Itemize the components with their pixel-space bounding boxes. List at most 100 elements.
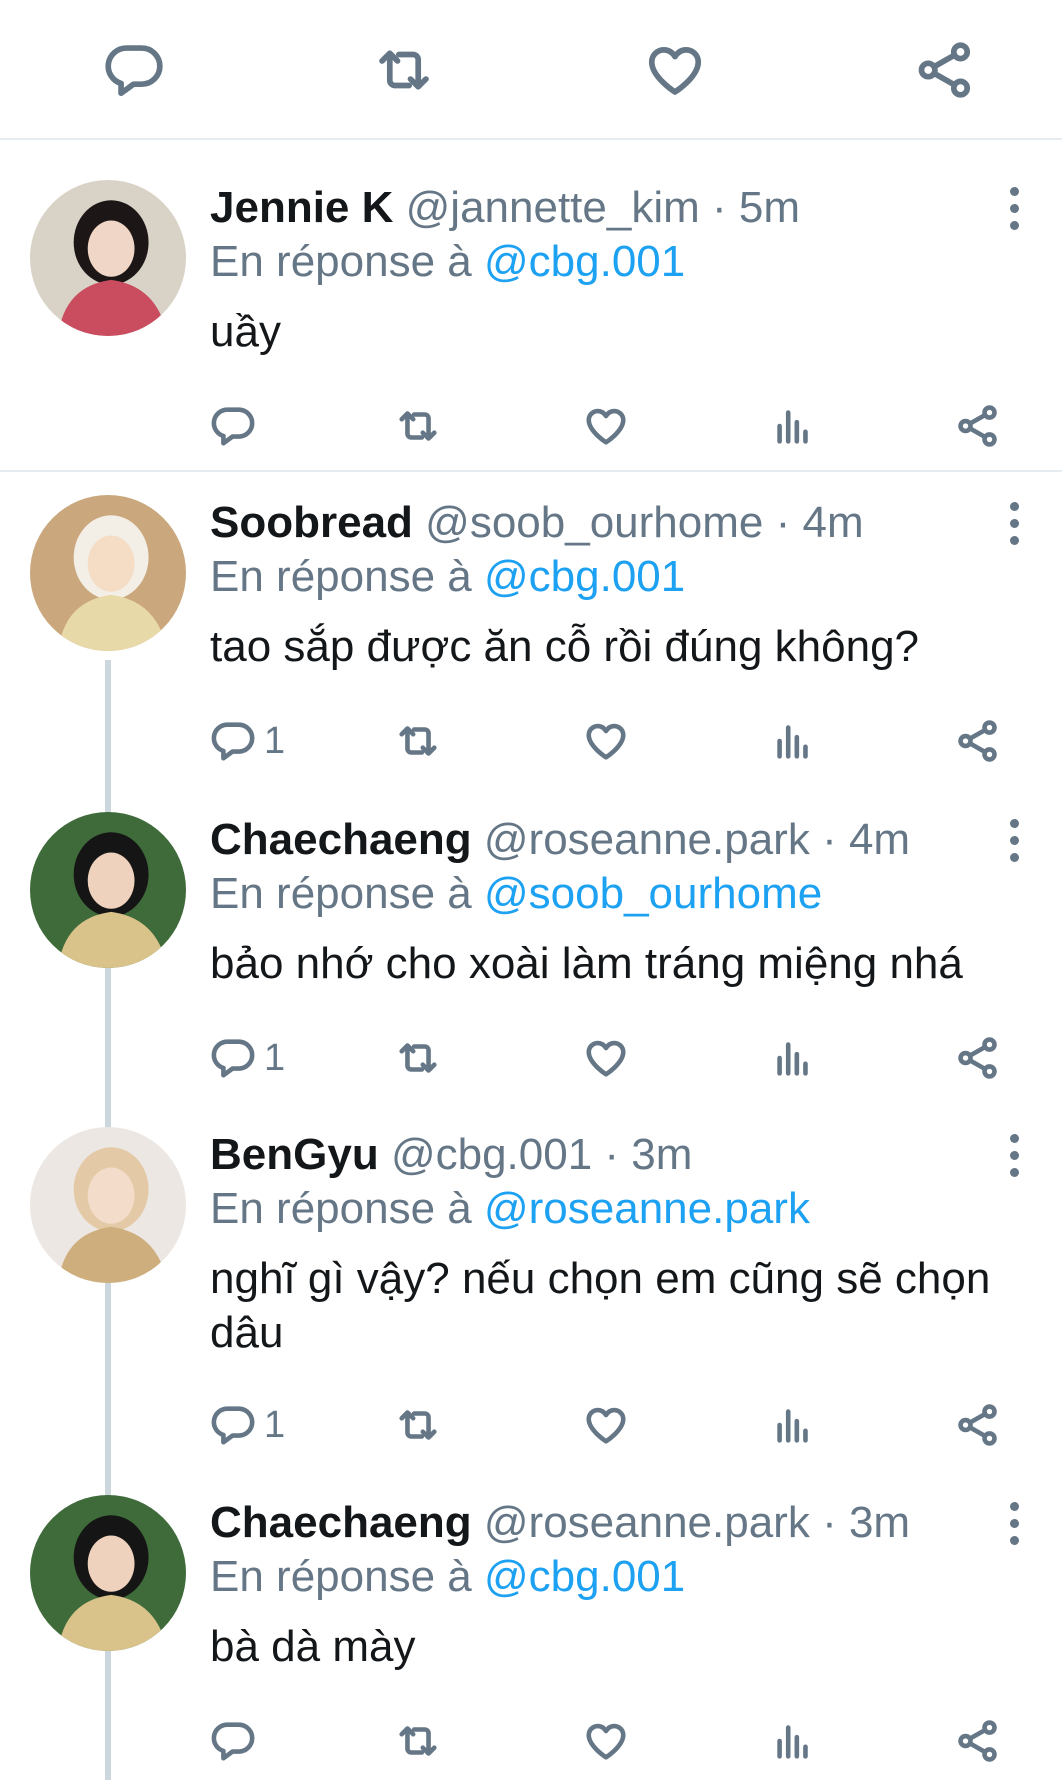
mention-link[interactable]: @soob_ourhome — [484, 869, 822, 918]
more-options-button[interactable] — [1004, 1127, 1024, 1183]
tweet-text: nghĩ gì vậy? nếu chọn em cũng sẽ chọn dâ… — [210, 1254, 991, 1357]
dot — [1009, 501, 1019, 511]
tweet-action-bar — [210, 1713, 1030, 1769]
retweet-button[interactable] — [395, 1030, 441, 1086]
dot-separator: · — [809, 1498, 849, 1547]
mention-link[interactable]: @cbg.001 — [484, 237, 685, 286]
share-icon — [955, 403, 1001, 449]
reply-button[interactable] — [94, 30, 174, 110]
retweet-button[interactable] — [395, 713, 441, 769]
tweet-action-bar: 1 — [210, 713, 1030, 769]
display-name[interactable]: Soobread — [210, 498, 413, 547]
timestamp: 4m — [848, 815, 911, 864]
dot — [1009, 518, 1019, 528]
avatar[interactable] — [30, 495, 186, 651]
user-handle[interactable]: @cbg.001 — [391, 1130, 592, 1179]
like-icon — [583, 1035, 629, 1081]
tweet-text: uầy — [210, 307, 281, 356]
reply-icon — [210, 1718, 256, 1764]
like-button[interactable] — [583, 1030, 629, 1086]
display-name[interactable]: Jennie K — [210, 183, 393, 232]
reply-button[interactable]: 1 — [210, 1030, 285, 1086]
analytics-button[interactable] — [770, 398, 816, 454]
like-button[interactable] — [583, 713, 629, 769]
reply-icon — [210, 1402, 256, 1448]
tweet-text: bà dà mày — [210, 1622, 416, 1671]
user-handle[interactable]: @soob_ourhome — [425, 498, 763, 547]
display-name[interactable]: Chaechaeng — [210, 1498, 472, 1547]
retweet-icon — [373, 39, 435, 101]
share-button[interactable] — [955, 1030, 1001, 1086]
tweet-header: BenGyu @cbg.001 · 3m — [210, 1127, 692, 1183]
share-button[interactable] — [955, 713, 1001, 769]
display-name[interactable]: BenGyu — [210, 1130, 379, 1179]
more-options-button[interactable] — [1004, 180, 1024, 236]
dot — [1009, 1518, 1019, 1528]
retweet-button[interactable] — [395, 1713, 441, 1769]
replying-label: En réponse à — [210, 552, 472, 601]
analytics-button[interactable] — [770, 1030, 816, 1086]
reply-button[interactable] — [210, 398, 264, 454]
user-handle[interactable]: @roseanne.park — [484, 1498, 810, 1547]
reply-button[interactable] — [210, 1713, 264, 1769]
share-button[interactable] — [955, 1713, 1001, 1769]
avatar[interactable] — [30, 1127, 186, 1283]
like-button[interactable] — [583, 1713, 629, 1769]
dot — [1009, 1133, 1019, 1143]
reply-icon — [210, 718, 256, 764]
dot — [1009, 835, 1019, 845]
tweet-header: Soobread @soob_ourhome · 4m — [210, 495, 864, 551]
more-options-button[interactable] — [1004, 1495, 1024, 1551]
replying-label: En réponse à — [210, 1552, 472, 1601]
dot — [1009, 535, 1019, 545]
timestamp: 3m — [848, 1498, 911, 1547]
like-icon — [583, 403, 629, 449]
share-button[interactable] — [955, 1397, 1001, 1453]
analytics-button[interactable] — [770, 713, 816, 769]
retweet-button[interactable] — [364, 30, 444, 110]
timestamp: 5m — [738, 183, 801, 232]
more-options-button[interactable] — [1004, 495, 1024, 551]
mention-link[interactable]: @roseanne.park — [484, 1184, 810, 1233]
replying-to: En réponse à @roseanne.park — [210, 1181, 810, 1237]
tweet-header: Chaechaeng @roseanne.park · 3m — [210, 1495, 910, 1551]
retweet-button[interactable] — [395, 1397, 441, 1453]
like-button[interactable] — [583, 1397, 629, 1453]
dot-separator: · — [699, 183, 739, 232]
tweet-text: tao sắp được ăn cỗ rồi đúng không? — [210, 622, 920, 671]
dot — [1009, 818, 1019, 828]
dot-separator: · — [592, 1130, 632, 1179]
retweet-icon — [395, 403, 441, 449]
reply-button[interactable]: 1 — [210, 1397, 285, 1453]
display-name[interactable]: Chaechaeng — [210, 815, 472, 864]
share-button[interactable] — [955, 398, 1001, 454]
replying-to: En réponse à @cbg.001 — [210, 234, 685, 290]
analytics-button[interactable] — [770, 1397, 816, 1453]
user-handle[interactable]: @jannette_kim — [406, 183, 700, 232]
user-handle[interactable]: @roseanne.park — [484, 815, 810, 864]
avatar[interactable] — [30, 1495, 186, 1651]
reply-icon — [210, 403, 256, 449]
replying-label: En réponse à — [210, 237, 472, 286]
dot — [1009, 203, 1019, 213]
more-options-button[interactable] — [1004, 812, 1024, 868]
analytics-icon — [770, 403, 816, 449]
share-button[interactable] — [905, 30, 985, 110]
mention-link[interactable]: @cbg.001 — [484, 552, 685, 601]
replying-to: En réponse à @cbg.001 — [210, 1549, 685, 1605]
like-button[interactable] — [635, 30, 715, 110]
reply-count: 1 — [264, 1036, 286, 1079]
like-button[interactable] — [583, 398, 629, 454]
analytics-icon — [770, 718, 816, 764]
avatar[interactable] — [30, 812, 186, 968]
dot-separator: · — [809, 815, 849, 864]
analytics-button[interactable] — [770, 1713, 816, 1769]
share-icon — [914, 39, 976, 101]
tweet-header: Jennie K @jannette_kim · 5m — [210, 180, 800, 236]
share-icon — [955, 1035, 1001, 1081]
share-icon — [955, 718, 1001, 764]
mention-link[interactable]: @cbg.001 — [484, 1552, 685, 1601]
avatar[interactable] — [30, 180, 186, 336]
retweet-button[interactable] — [395, 398, 441, 454]
reply-button[interactable]: 1 — [210, 713, 285, 769]
